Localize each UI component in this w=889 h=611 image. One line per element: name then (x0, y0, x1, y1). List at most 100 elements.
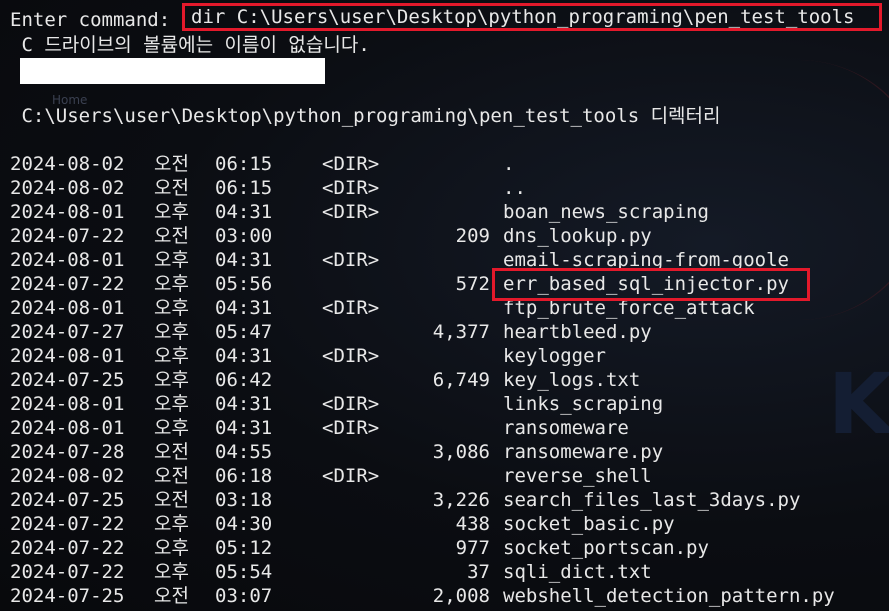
listing-row: 2024-07-25 오전 03:18 3,226 search_files_last_… (0, 488, 889, 512)
entry-name: sqli_dict.txt (503, 561, 652, 583)
entry-time: 04:31 (215, 201, 273, 223)
entry-date: 2024-08-01 (10, 417, 125, 439)
listing-row: 2024-07-28 오전 04:55 3,086 ransomeware.py (0, 440, 889, 464)
entry-date: 2024-07-22 (10, 561, 125, 583)
entry-time: 05:47 (215, 321, 273, 343)
entry-dir-marker: <DIR> (322, 297, 380, 319)
entry-dir-marker: <DIR> (322, 393, 380, 415)
entry-ampm: 오후 (154, 513, 189, 535)
entry-name: dns_lookup.py (503, 225, 652, 247)
entry-date: 2024-08-01 (10, 297, 125, 319)
listing-row: 2024-08-02 오전 06:15 <DIR>.. (0, 176, 889, 200)
entry-date: 2024-07-22 (10, 537, 125, 559)
listing-row: 2024-08-01 오후 04:31 <DIR> ransomeware (0, 416, 889, 440)
entry-date: 2024-07-28 (10, 441, 125, 463)
listing-row: 2024-07-22 오후 04:30 438 socket_basic.py (0, 512, 889, 536)
entry-name: reverse_shell (503, 465, 652, 487)
terminal-window[interactable]: K Home Enter command: dir C:\Users\user\… (0, 0, 889, 611)
entry-time: 03:00 (215, 225, 273, 247)
entry-name: heartbleed.py (503, 321, 652, 343)
entry-date: 2024-08-01 (10, 201, 125, 223)
entry-ampm: 오전 (154, 177, 189, 199)
entry-name: . (503, 153, 515, 175)
entry-time: 06:15 (215, 153, 273, 175)
entry-ampm: 오전 (154, 465, 189, 487)
listing-row: 2024-07-27 오후 05:47 4,377 heartbleed.py (0, 320, 889, 344)
entry-date: 2024-07-25 (10, 489, 125, 511)
entry-dir-marker: <DIR> (322, 249, 380, 271)
entry-date: 2024-08-01 (10, 249, 125, 271)
entry-dir-marker: <DIR> (322, 201, 380, 223)
entry-dir-marker: <DIR> (322, 345, 380, 367)
entry-date: 2024-07-25 (10, 585, 125, 607)
redacted-serial-block (20, 58, 325, 84)
entry-size: 438 (455, 513, 490, 535)
entry-dir-marker: <DIR> (322, 417, 380, 439)
listing-row: 2024-08-02 오전 06:18 <DIR> reverse_shell (0, 464, 889, 488)
entry-ampm: 오후 (154, 393, 189, 415)
entry-date: 2024-07-25 (10, 369, 125, 391)
entry-time: 04:31 (215, 393, 273, 415)
entry-time: 04:31 (215, 249, 273, 271)
entry-time: 04:55 (215, 441, 273, 463)
volume-label-text: C 드라이브의 볼륨에는 이름이 없습니다. (10, 34, 370, 56)
entry-dir-marker: <DIR> (322, 153, 380, 175)
entry-ampm: 오후 (154, 201, 189, 223)
entry-ampm: 오전 (154, 441, 189, 463)
entry-name: ransomeware.py (503, 441, 664, 463)
entry-time: 05:54 (215, 561, 273, 583)
entry-time: 06:15 (215, 177, 273, 199)
entry-ampm: 오후 (154, 369, 189, 391)
entry-ampm: 오후 (154, 561, 189, 583)
entry-ampm: 오후 (154, 537, 189, 559)
command-prompt: Enter command: (10, 9, 171, 31)
entry-ampm: 오전 (154, 153, 189, 175)
entry-size: 2,008 (432, 585, 490, 607)
entry-name: key_logs.txt (503, 369, 641, 391)
entry-ampm: 오전 (154, 585, 189, 607)
command-input[interactable]: dir C:\Users\user\Desktop\python_program… (182, 3, 882, 31)
entry-time: 05:12 (215, 537, 273, 559)
listing-row: 2024-08-01 오후 04:31 <DIR> boan_news_scraping (0, 200, 889, 224)
entry-date: 2024-07-27 (10, 321, 125, 343)
listing-row: 2024-07-22 오후 05:54 37 sqli_dict.txt (0, 560, 889, 584)
entry-ampm: 오후 (154, 417, 189, 439)
entry-size: 977 (455, 537, 490, 559)
entry-ampm: 오전 (154, 225, 189, 247)
entry-time: 03:18 (215, 489, 273, 511)
entry-ampm: 오전 (154, 489, 189, 511)
entry-time: 05:56 (215, 273, 273, 295)
entry-dir-marker: <DIR> (322, 177, 380, 199)
entry-time: 06:42 (215, 369, 273, 391)
entry-ampm: 오후 (154, 321, 189, 343)
entry-size: 3,086 (432, 441, 490, 463)
listing-row: 2024-07-25 오전 03:07 2,008 webshell_detection… (0, 584, 889, 608)
entry-size: 6,749 (432, 369, 490, 391)
entry-ampm: 오후 (154, 273, 189, 295)
entry-dir-marker: <DIR> (322, 465, 380, 487)
entry-ampm: 오후 (154, 297, 189, 319)
entry-date: 2024-08-02 (10, 465, 125, 487)
entry-name: search_files_last_3days.py (503, 489, 801, 511)
listing-row: 2024-07-25 오후 06:42 6,749 key_logs.txt (0, 368, 889, 392)
entry-size: 572 (455, 273, 490, 295)
entry-time: 04:31 (215, 345, 273, 367)
entry-size: 209 (455, 225, 490, 247)
listing-row: 2024-07-22 오전 03:00 209 dns_lookup.py (0, 224, 889, 248)
directory-header: C:\Users\user\Desktop\python_programing\… (10, 105, 721, 127)
entry-time: 04:30 (215, 513, 273, 535)
listing-row: 2024-08-02 오전 06:15 <DIR>. (0, 152, 889, 176)
entry-time: 04:31 (215, 417, 273, 439)
entry-size: 3,226 (432, 489, 490, 511)
entry-name: socket_portscan.py (503, 537, 709, 559)
entry-size: 4,377 (432, 321, 490, 343)
entry-time: 03:07 (215, 585, 273, 607)
entry-name: webshell_detection_pattern.py (503, 585, 835, 607)
entry-name: ransomeware (503, 417, 629, 439)
entry-date: 2024-08-02 (10, 153, 125, 175)
entry-name: links_scraping (503, 393, 664, 415)
entry-size: 37 (467, 561, 490, 583)
entry-time: 06:18 (215, 465, 273, 487)
highlight-box-err-based-sql-injector (492, 268, 810, 301)
entry-date: 2024-08-01 (10, 393, 125, 415)
